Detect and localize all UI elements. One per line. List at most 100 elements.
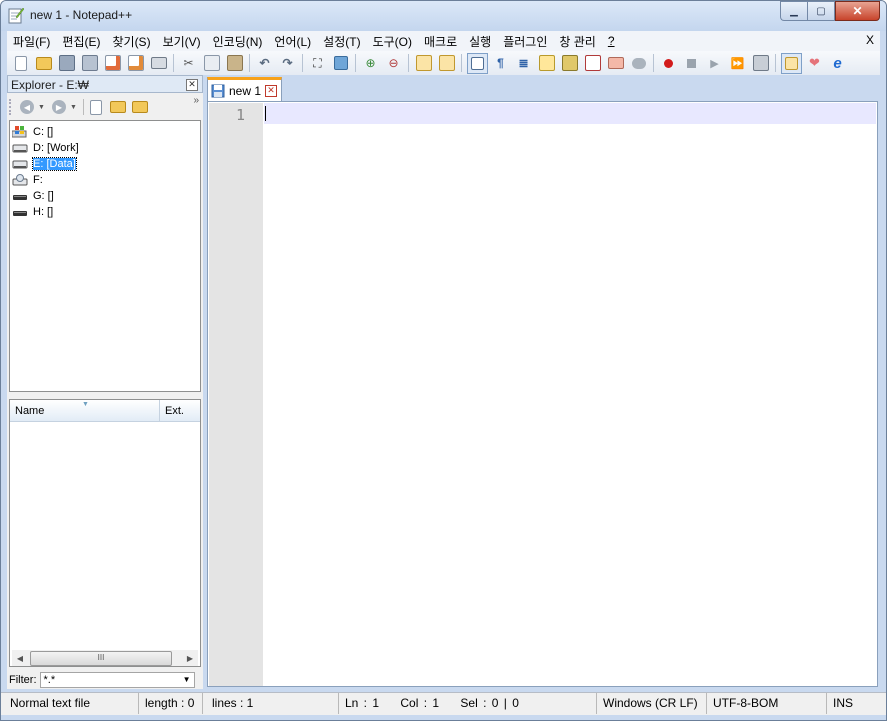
udl-button[interactable] bbox=[537, 53, 557, 73]
undo-button[interactable]: ↶ bbox=[255, 53, 275, 73]
drive-item[interactable]: D: [Work] bbox=[12, 140, 79, 156]
menu-run[interactable]: 실행 bbox=[463, 33, 497, 50]
filter-select[interactable]: *.* ▼ bbox=[39, 672, 195, 688]
drive-item[interactable]: C: [] bbox=[12, 124, 53, 140]
menu-macro[interactable]: 매크로 bbox=[418, 33, 463, 50]
new-folder-icon[interactable] bbox=[109, 101, 126, 113]
status-ln: Ln : 1 bbox=[345, 696, 380, 710]
paste-button[interactable] bbox=[225, 53, 245, 73]
explorer-overflow-icon[interactable]: » bbox=[193, 95, 199, 106]
menu-view[interactable]: 보기(V) bbox=[157, 33, 207, 50]
menu-file[interactable]: 파일(F) bbox=[7, 33, 56, 50]
drive-item[interactable]: H: [] bbox=[12, 204, 53, 220]
forward-dropdown-icon[interactable]: ▼ bbox=[70, 104, 77, 111]
save-macro-icon bbox=[752, 55, 769, 71]
status-insert-mode[interactable]: INS bbox=[827, 693, 885, 714]
status-length: length : 0 bbox=[139, 693, 203, 714]
status-bar: Normal text file length : 0 lines : 1 Ln… bbox=[1, 692, 886, 715]
toolbar-separator bbox=[302, 54, 303, 72]
save-all-button[interactable] bbox=[80, 53, 100, 73]
new-file-button[interactable] bbox=[11, 53, 31, 73]
run-macro-multiple-button[interactable]: ⏩ bbox=[728, 53, 748, 73]
explorer-toggle-button[interactable] bbox=[780, 52, 802, 74]
word-wrap-button[interactable] bbox=[466, 52, 488, 74]
forward-button[interactable]: ▶ bbox=[51, 100, 66, 114]
scroll-left-icon[interactable]: ◀ bbox=[12, 650, 28, 666]
save-macro-button[interactable] bbox=[751, 53, 771, 73]
menu-language[interactable]: 언어(L) bbox=[268, 33, 317, 50]
print-button[interactable] bbox=[149, 53, 169, 73]
favorites-button[interactable]: ❤ bbox=[805, 53, 825, 73]
status-eol[interactable]: Windows (CR LF) bbox=[597, 693, 707, 714]
zoom-in-icon: ⊕ bbox=[365, 56, 376, 70]
status-position: Ln : 1 Col : 1 Sel : 0 | 0 bbox=[339, 693, 597, 714]
document-tab-bar: new 1 ✕ bbox=[203, 75, 880, 101]
status-lines: lines : 1 bbox=[203, 693, 339, 714]
title-bar[interactable]: new 1 - Notepad++ ▁ ▢ ✕ bbox=[1, 1, 886, 31]
menu-tools[interactable]: 도구(O) bbox=[367, 33, 418, 50]
sync-vertical-button[interactable] bbox=[414, 53, 434, 73]
status-encoding[interactable]: UTF-8-BOM bbox=[707, 693, 827, 714]
close-document-button[interactable]: X bbox=[866, 33, 874, 47]
tab-close-icon[interactable]: ✕ bbox=[265, 84, 278, 97]
drive-label: E: [Data] bbox=[32, 157, 77, 171]
zoom-in-button[interactable]: ⊕ bbox=[361, 53, 381, 73]
indent-guide-button[interactable]: ≣ bbox=[514, 53, 534, 73]
open-file-button[interactable] bbox=[34, 53, 54, 73]
explorer-close-button[interactable]: ✕ bbox=[186, 79, 198, 91]
close-all-button[interactable] bbox=[126, 53, 146, 73]
find-folder-icon[interactable] bbox=[131, 101, 148, 113]
browser-button[interactable]: e bbox=[828, 53, 848, 73]
drive-item[interactable]: E: [Data] bbox=[12, 156, 77, 172]
function-list-button[interactable] bbox=[583, 53, 603, 73]
menu-help[interactable]: ? bbox=[602, 34, 621, 48]
removable-drive-icon bbox=[13, 211, 27, 216]
folder-workspace-button[interactable] bbox=[606, 53, 626, 73]
menu-search[interactable]: 찾기(S) bbox=[106, 33, 156, 50]
maximize-button[interactable]: ▢ bbox=[807, 1, 835, 21]
scroll-right-icon[interactable]: ▶ bbox=[182, 650, 198, 666]
windows-drive-icon bbox=[12, 126, 27, 138]
save-button[interactable] bbox=[57, 53, 77, 73]
stop-macro-button[interactable] bbox=[682, 53, 702, 73]
replace-button[interactable] bbox=[331, 53, 351, 73]
copy-button[interactable] bbox=[202, 53, 222, 73]
toolbar-separator bbox=[461, 54, 462, 72]
close-file-button[interactable] bbox=[103, 53, 123, 73]
pilcrow-icon: ¶ bbox=[497, 56, 504, 70]
back-button[interactable]: ◀ bbox=[20, 100, 34, 114]
redo-button[interactable]: ↷ bbox=[278, 53, 298, 73]
record-macro-button[interactable] bbox=[659, 53, 679, 73]
sync-horizontal-button[interactable] bbox=[437, 53, 457, 73]
toolbar-separator bbox=[173, 54, 174, 72]
monitoring-button[interactable] bbox=[629, 53, 649, 73]
doc-map-button[interactable] bbox=[560, 53, 580, 73]
close-window-button[interactable]: ✕ bbox=[835, 1, 880, 21]
menu-settings[interactable]: 설정(T) bbox=[317, 33, 366, 50]
drive-item[interactable]: G: [] bbox=[12, 188, 54, 204]
explorer-header: Explorer - E:₩ ✕ bbox=[7, 75, 203, 93]
cut-button[interactable]: ✂ bbox=[179, 53, 199, 73]
text-editor[interactable]: 1 bbox=[207, 101, 878, 687]
word-wrap-icon bbox=[470, 56, 484, 70]
column-header-ext[interactable]: Ext. bbox=[160, 400, 200, 422]
new-file-icon[interactable] bbox=[89, 99, 102, 115]
drive-label: G: [] bbox=[33, 190, 54, 202]
tab-new-1[interactable]: new 1 ✕ bbox=[207, 77, 282, 101]
minimize-button[interactable]: ▁ bbox=[780, 1, 807, 21]
menu-plugins[interactable]: 플러그인 bbox=[497, 33, 553, 50]
horizontal-scrollbar[interactable]: ◀ III ▶ bbox=[12, 650, 198, 666]
zoom-out-button[interactable]: ⊖ bbox=[384, 53, 404, 73]
scroll-thumb[interactable]: III bbox=[30, 651, 172, 666]
back-dropdown-icon[interactable]: ▼ bbox=[38, 104, 45, 111]
drive-label: D: [Work] bbox=[33, 142, 79, 154]
menu-encoding[interactable]: 인코딩(N) bbox=[207, 33, 269, 50]
menu-edit[interactable]: 편집(E) bbox=[56, 33, 106, 50]
cd-drive-icon bbox=[12, 174, 28, 186]
drive-item[interactable]: F: bbox=[12, 172, 43, 188]
play-macro-button[interactable]: ▶ bbox=[705, 53, 725, 73]
show-all-chars-button[interactable]: ¶ bbox=[491, 53, 511, 73]
column-header-name[interactable]: Name ▼ bbox=[10, 400, 160, 422]
find-button[interactable]: ⛶ bbox=[308, 53, 328, 73]
menu-window[interactable]: 창 관리 bbox=[553, 33, 601, 50]
